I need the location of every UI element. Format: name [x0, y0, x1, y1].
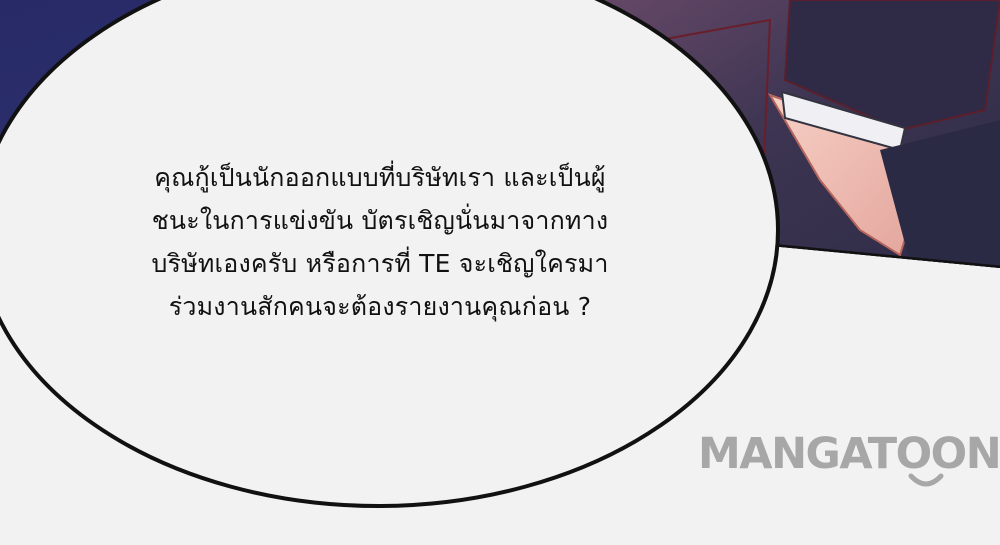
smile-arc-icon — [908, 473, 944, 487]
speech-line-4: ร่วมงานสักคนจะต้องรายงานคุณก่อน ? — [168, 292, 592, 321]
watermark-text: MANGATOON — [698, 429, 1000, 479]
speech-line-1: คุณกู้เป็นนักออกแบบที่บริษัทเรา และเป็นผ… — [154, 163, 606, 192]
speech-line-2: ชนะในการแข่งขัน บัตรเชิญนั่นมาจากทาง — [151, 206, 609, 235]
speech-bubble-text: คุณกู้เป็นนักออกแบบที่บริษัทเรา และเป็นผ… — [60, 156, 700, 328]
speech-line-3: บริษัทเองครับ หรือการที่ TE จะเชิญใครมา — [151, 249, 609, 278]
trouser — [880, 120, 1000, 268]
manga-panel: คุณกู้เป็นนักออกแบบที่บริษัทเรา และเป็นผ… — [0, 0, 1000, 545]
watermark-logo: MANGATOON — [698, 428, 1000, 498]
